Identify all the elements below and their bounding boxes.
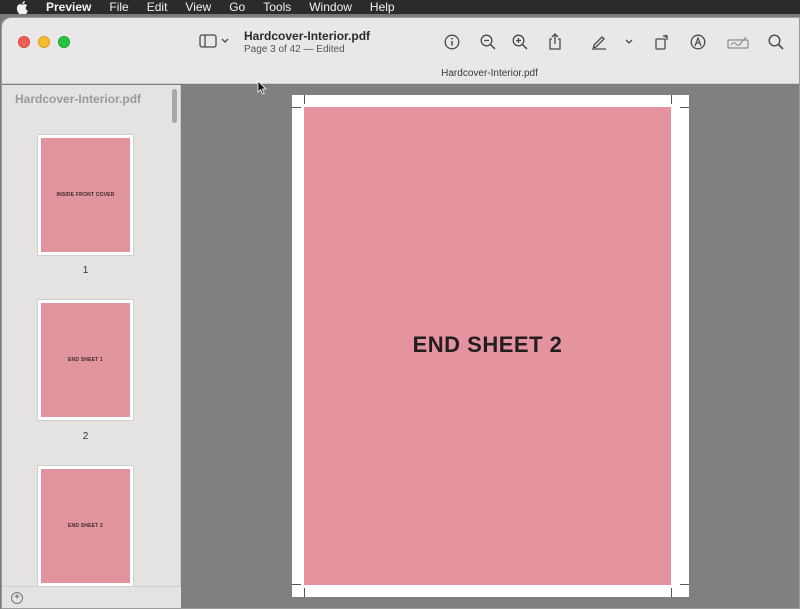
chevron-down-icon [625, 39, 633, 44]
search-icon [768, 34, 784, 50]
menu-app-name[interactable]: Preview [44, 0, 100, 14]
document-canvas[interactable]: END SHEET 2 [182, 85, 799, 608]
signature-button[interactable] [726, 32, 750, 52]
menu-tools[interactable]: Tools [254, 0, 300, 14]
crop-mark [304, 95, 305, 104]
crop-mark [304, 588, 305, 597]
crop-mark [680, 107, 689, 108]
sidebar-toggle-button[interactable] [199, 34, 229, 48]
document-subtitle: Page 3 of 42 — Edited [244, 44, 345, 55]
sidebar-heading: Hardcover-Interior.pdf [15, 92, 142, 106]
maximize-button[interactable] [58, 36, 70, 48]
menu-bar: Preview File Edit View Go Tools Window H… [0, 0, 800, 14]
info-button[interactable] [442, 32, 462, 52]
page-thumbnail-1[interactable]: INSIDE FRONT COVER [38, 135, 133, 255]
document-name[interactable]: Hardcover-Interior.pdf [244, 29, 370, 43]
page-heading: END SHEET 2 [412, 332, 563, 357]
menu-view[interactable]: View [176, 0, 220, 14]
sidebar-toggle-icon [199, 34, 217, 48]
document-title-block: Hardcover-Interior.pdf Page 3 of 42 — Ed… [244, 29, 370, 55]
crop-mark [671, 95, 672, 104]
zoom-in-button[interactable] [510, 32, 530, 52]
minimize-button[interactable] [38, 36, 50, 48]
thumbnail-label: INSIDE FRONT COVER [56, 192, 115, 198]
crop-mark [671, 588, 672, 597]
thumbnail-number: 1 [82, 265, 89, 276]
share-icon [549, 33, 561, 50]
window-controls [18, 36, 70, 48]
menu-go[interactable]: Go [220, 0, 254, 14]
title-bar: Hardcover-Interior.pdf Page 3 of 42 — Ed… [2, 18, 799, 84]
menu-help[interactable]: Help [361, 0, 404, 14]
menu-window[interactable]: Window [300, 0, 361, 14]
sidebar-footer: + [2, 586, 181, 608]
crop-mark [680, 584, 689, 585]
info-icon [444, 34, 460, 50]
crop-mark [292, 107, 301, 108]
sidebar-scrollbar[interactable] [172, 89, 177, 123]
apple-menu-icon[interactable] [0, 0, 44, 14]
highlight-icon [592, 36, 606, 50]
markup-button[interactable] [688, 32, 708, 52]
thumbnail-label: END SHEET 2 [68, 523, 103, 529]
zoom-in-icon [512, 34, 528, 50]
thumbnail-number: 2 [82, 431, 89, 442]
zoom-out-button[interactable] [478, 32, 498, 52]
pdf-page[interactable]: END SHEET 2 [292, 95, 689, 597]
mouse-cursor-icon [257, 80, 267, 95]
chevron-down-icon [221, 38, 229, 43]
add-page-button[interactable]: + [11, 592, 23, 604]
thumbnail-label: END SHEET 1 [68, 357, 103, 363]
rotate-icon [655, 34, 668, 50]
share-button[interactable] [545, 32, 565, 52]
signature-icon [727, 36, 749, 49]
preview-window: Hardcover-Interior.pdf Page 3 of 42 — Ed… [1, 17, 800, 609]
window-tab-title: Hardcover-Interior.pdf [441, 68, 538, 79]
markup-icon [690, 34, 706, 50]
thumbnail-sidebar: Hardcover-Interior.pdf INSIDE FRONT COVE… [2, 85, 181, 608]
highlight-menu-button[interactable] [619, 32, 639, 52]
page-thumbnail-2[interactable]: END SHEET 1 [38, 300, 133, 420]
rotate-button[interactable] [652, 32, 672, 52]
close-button[interactable] [18, 36, 30, 48]
highlight-button[interactable] [589, 32, 609, 52]
page-artwork: END SHEET 2 [304, 107, 671, 585]
search-button[interactable] [766, 32, 786, 52]
crop-mark [292, 584, 301, 585]
page-thumbnail-3[interactable]: END SHEET 2 [38, 466, 133, 586]
zoom-out-icon [480, 34, 496, 50]
menu-file[interactable]: File [100, 0, 137, 14]
menu-edit[interactable]: Edit [138, 0, 177, 14]
